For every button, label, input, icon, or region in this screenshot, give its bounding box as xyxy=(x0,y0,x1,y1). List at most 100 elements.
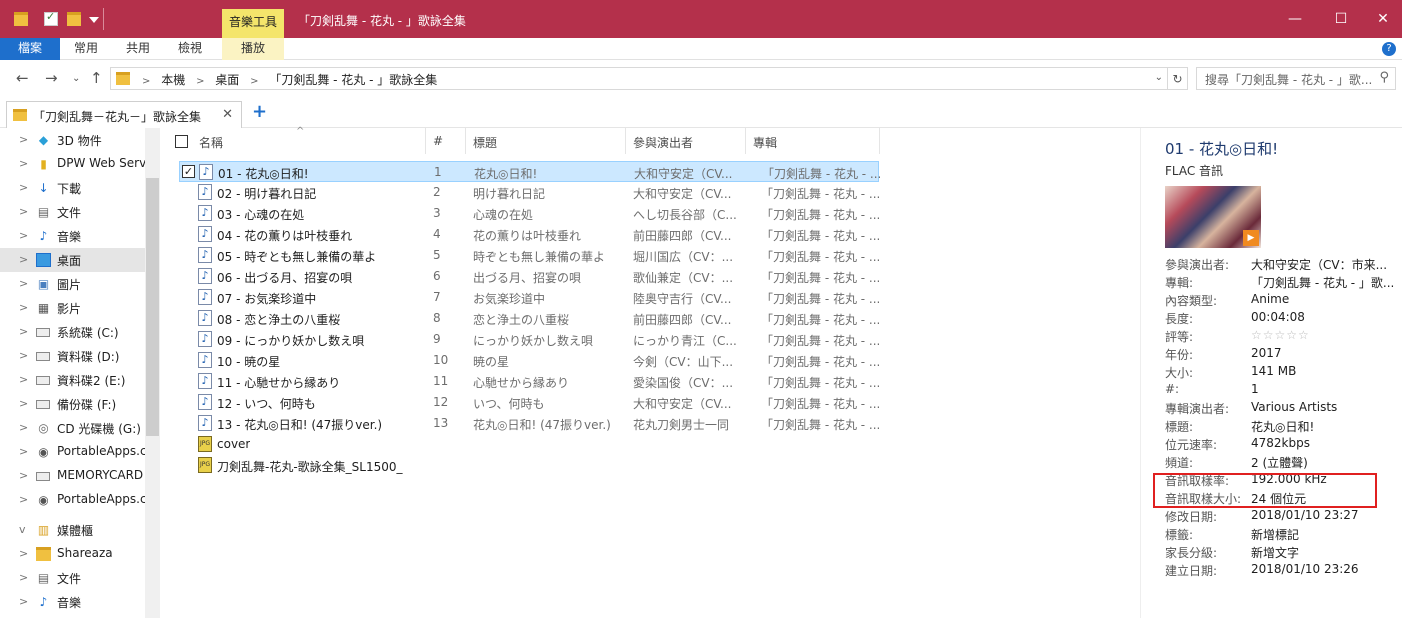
sidebar-item[interactable]: > ▣ 圖片 xyxy=(0,272,145,296)
help-icon[interactable]: ? xyxy=(1382,42,1396,56)
sidebar-item[interactable]: > ♪ 音樂 xyxy=(0,590,145,614)
search-input[interactable]: 搜尋「刀剣乱舞 - 花丸 - 」歌... ⚲ xyxy=(1196,67,1396,90)
file-row[interactable]: ♪ 06 - 出づる月、招宴の唄 6 出づる月、招宴の唄 歌仙兼定（CV：... 「刀剣乱… xyxy=(179,266,879,287)
search-icon[interactable]: ⚲ xyxy=(1379,70,1389,85)
chevron-right-icon[interactable]: > xyxy=(19,421,28,434)
chevron-right-icon[interactable]: > xyxy=(19,277,28,290)
sidebar-item[interactable]: > ▮ DPW Web Serv xyxy=(0,152,146,176)
new-folder-icon[interactable] xyxy=(67,12,81,26)
close-tab-icon[interactable]: ✕ xyxy=(222,107,233,122)
chevron-right-icon[interactable]: > xyxy=(19,469,28,482)
sidebar-item[interactable]: > ♪ 音樂 xyxy=(0,224,145,248)
detail-property: 評等: ☆☆☆☆☆ xyxy=(1165,328,1401,346)
maximize-button[interactable]: ☐ xyxy=(1318,0,1364,38)
rating-stars[interactable]: ☆☆☆☆☆ xyxy=(1251,328,1401,342)
quick-access-dropdown-icon[interactable] xyxy=(89,17,99,23)
recent-locations-chevron-icon[interactable]: ⌄ xyxy=(72,73,80,84)
chevron-right-icon[interactable]: > xyxy=(19,253,28,266)
folder-tab[interactable]: 「刀剣乱舞－花丸－」歌詠全集 ✕ xyxy=(6,101,242,128)
tab-view[interactable]: 檢視 xyxy=(168,38,212,60)
chevron-right-icon[interactable]: > xyxy=(19,349,28,362)
tab-play[interactable]: 播放 xyxy=(222,38,284,60)
file-row[interactable]: ✓ ♪ 01 - 花丸◎日和! 1 花丸◎日和! 大和守安定（CV... 「刀剣乱舞 - 花… xyxy=(179,161,880,182)
chevron-right-icon[interactable]: > xyxy=(19,493,28,506)
column-header-title[interactable]: 標題 xyxy=(473,134,497,151)
track-title: 出づる月、招宴の唄 xyxy=(473,271,582,285)
column-header-number[interactable]: # xyxy=(433,134,443,148)
chevron-down-icon[interactable]: v xyxy=(19,523,26,536)
column-divider[interactable] xyxy=(879,128,880,154)
address-dropdown-chevron-icon[interactable]: ⌄ xyxy=(1155,72,1163,83)
file-row[interactable]: ♪ 03 - 心魂の在処 3 心魂の在処 へし切長谷部（C... 「刀剣乱舞 - 花丸 -… xyxy=(179,203,879,224)
column-header-album[interactable]: 專輯 xyxy=(753,134,777,151)
sidebar-item[interactable]: > ▤ 文件 xyxy=(0,200,145,224)
tab-file[interactable]: 檔案 xyxy=(0,38,60,60)
column-divider[interactable] xyxy=(625,128,626,154)
sidebar-item[interactable]: > 資料碟2 (E:) xyxy=(0,368,145,392)
up-arrow-icon[interactable]: ↑ xyxy=(90,69,103,87)
file-row[interactable]: JPG cover xyxy=(179,434,879,455)
file-row[interactable]: ♪ 07 - お気楽珍道中 7 お気楽珍道中 陸奥守吉行（CV... 「刀剣乱舞 - 花丸… xyxy=(179,287,879,308)
chevron-right-icon[interactable]: > xyxy=(19,547,28,560)
chevron-right-icon[interactable]: > xyxy=(19,373,28,386)
sidebar-item[interactable]: > 資料碟 (D:) xyxy=(0,344,145,368)
sidebar-item[interactable]: > ▦ 影片 xyxy=(0,296,145,320)
file-row[interactable]: ♪ 04 - 花の薫りは叶枝垂れ 4 花の薫りは叶枝垂れ 前田藤四郎（CV... 「刀剣乱… xyxy=(179,224,879,245)
file-row[interactable]: ♪ 08 - 恋と浄土の八重桜 8 恋と浄土の八重桜 前田藤四郎（CV... 「刀剣乱舞 … xyxy=(179,308,879,329)
chevron-right-icon[interactable]: > xyxy=(19,133,28,146)
chevron-right-icon[interactable]: > xyxy=(19,157,28,170)
property-value[interactable]: 新增文字 xyxy=(1251,544,1401,561)
file-row[interactable]: ♪ 05 - 時ぞとも無し兼備の華よ 5 時ぞとも無し兼備の華よ 堀川国広（CV：...… xyxy=(179,245,879,266)
add-tab-icon[interactable]: + xyxy=(252,101,267,122)
back-arrow-icon[interactable]: ← xyxy=(16,69,29,87)
sidebar-item[interactable]: > 桌面 xyxy=(0,248,145,272)
sidebar-item[interactable]: > 備份碟 (F:) xyxy=(0,392,145,416)
chevron-right-icon[interactable]: > xyxy=(19,229,28,242)
sidebar-item[interactable]: > ◎ CD 光碟機 (G:) xyxy=(0,416,145,440)
properties-icon[interactable] xyxy=(44,10,58,26)
sidebar-item[interactable]: > ◉ PortableApps.c xyxy=(0,440,147,464)
sidebar-item[interactable]: > ◉ PortableApps.c xyxy=(0,488,147,512)
sidebar-item[interactable]: > ◆ 3D 物件 xyxy=(0,128,145,152)
column-header-name[interactable]: 名稱 xyxy=(199,134,223,151)
file-row[interactable]: ♪ 13 - 花丸◎日和! (47振りver.) 13 花丸◎日和! (47振りver… xyxy=(179,413,879,434)
breadcrumb-current-folder[interactable]: 「刀剣乱舞 - 花丸 - 」歌詠全集 xyxy=(269,73,437,87)
column-divider[interactable] xyxy=(745,128,746,154)
chevron-right-icon[interactable]: > xyxy=(19,397,28,410)
chevron-right-icon[interactable]: > xyxy=(19,205,28,218)
file-row[interactable]: ♪ 10 - 暁の星 10 暁の星 今剣（CV：山下... 「刀剣乱舞 - 花丸 - ..… xyxy=(179,350,879,371)
chevron-right-icon[interactable]: > xyxy=(19,325,28,338)
file-row[interactable]: JPG 刀剣乱舞-花丸-歌詠全集_SL1500_ xyxy=(179,455,879,476)
chevron-right-icon[interactable]: > xyxy=(19,595,28,608)
sidebar-item[interactable]: > ↓ 下載 xyxy=(0,176,145,200)
sidebar-item[interactable]: > ▤ 文件 xyxy=(0,566,145,590)
property-value[interactable]: 新增標記 xyxy=(1251,526,1401,543)
file-row[interactable]: ♪ 11 - 心馳せから縁あり 11 心馳せから縁あり 愛染国俊（CV：... 「刀剣乱舞… xyxy=(179,371,879,392)
file-row[interactable]: ♪ 02 - 明け暮れ日記 2 明け暮れ日記 大和守安定（CV... 「刀剣乱舞 - 花丸… xyxy=(179,182,879,203)
address-bar[interactable]: > 本機 > 桌面 > 「刀剣乱舞 - 花丸 - 」歌詠全集 ⌄ xyxy=(110,67,1168,90)
select-all-checkbox[interactable] xyxy=(175,135,188,148)
breadcrumb-desktop[interactable]: 桌面 xyxy=(215,73,239,87)
row-checkbox[interactable]: ✓ xyxy=(182,165,195,178)
sidebar-item[interactable]: v ▥ 媒體櫃 xyxy=(0,518,145,542)
sidebar-item[interactable]: > Shareaza xyxy=(0,542,145,566)
chevron-right-icon[interactable]: > xyxy=(19,571,28,584)
close-button[interactable]: ✕ xyxy=(1364,0,1402,38)
sidebar-item[interactable]: > 系統碟 (C:) xyxy=(0,320,145,344)
tab-home[interactable]: 常用 xyxy=(64,38,108,60)
sidebar-item[interactable]: > MEMORYCARD xyxy=(0,464,145,488)
file-row[interactable]: ♪ 12 - いつ、何時も 12 いつ、何時も 大和守安定（CV... 「刀剣乱舞 - 花… xyxy=(179,392,879,413)
column-header-artist[interactable]: 參與演出者 xyxy=(633,134,693,151)
chevron-right-icon[interactable]: > xyxy=(19,445,28,458)
file-row[interactable]: ♪ 09 - にっかり妖かし数え唄 9 にっかり妖かし数え唄 にっかり青江（C... 「刀… xyxy=(179,329,879,350)
column-divider[interactable] xyxy=(425,128,426,154)
minimize-button[interactable]: — xyxy=(1272,0,1318,38)
forward-arrow-icon[interactable]: → xyxy=(45,69,58,87)
column-divider[interactable] xyxy=(465,128,466,154)
chevron-right-icon[interactable]: > xyxy=(19,301,28,314)
scrollbar-thumb[interactable] xyxy=(146,178,159,436)
chevron-right-icon[interactable]: > xyxy=(19,181,28,194)
tab-share[interactable]: 共用 xyxy=(116,38,160,60)
breadcrumb-this-pc[interactable]: 本機 xyxy=(161,73,185,87)
refresh-icon[interactable]: ↻ xyxy=(1168,67,1188,90)
